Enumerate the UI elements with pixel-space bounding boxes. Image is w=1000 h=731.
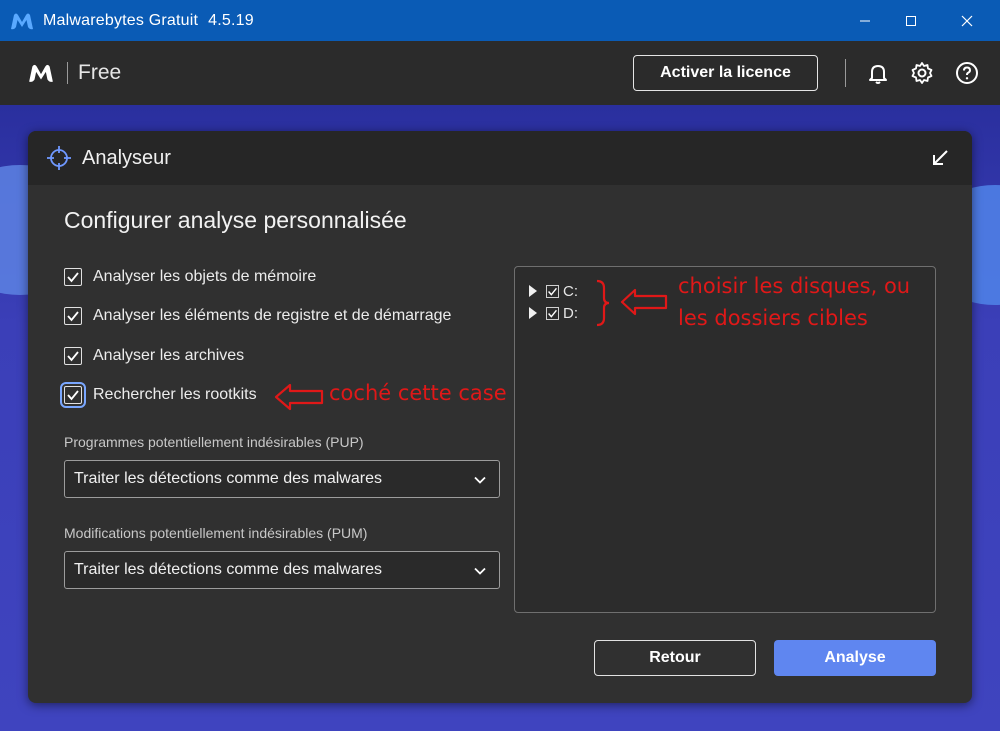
checkbox[interactable] — [64, 307, 82, 325]
malwarebytes-logo-icon — [11, 13, 33, 29]
maximize-button[interactable] — [888, 0, 934, 41]
chevron-down-icon — [474, 567, 486, 575]
window-title: Malwarebytes Gratuit 4.5.19 — [43, 12, 254, 30]
checkmark-icon — [548, 309, 557, 318]
pup-dropdown[interactable]: Traiter les détections comme des malware… — [64, 460, 500, 498]
tree-node-c[interactable]: C: — [529, 281, 578, 301]
gear-icon[interactable] — [910, 61, 934, 85]
option-registry-startup[interactable]: Analyser les éléments de registre et de … — [64, 304, 451, 328]
checkmark-icon — [67, 272, 79, 283]
annotation-drives-note-line2: les dossiers cibles — [678, 306, 868, 330]
annotation-arrow-icon — [274, 383, 324, 411]
tree-node-d[interactable]: D: — [529, 303, 578, 323]
scan-button[interactable]: Analyse — [774, 640, 936, 676]
minimize-icon — [860, 20, 870, 21]
minimize-button[interactable] — [842, 0, 888, 41]
scanner-panel: Analyseur Configurer analyse personnalis… — [28, 131, 972, 703]
option-memory-objects[interactable]: Analyser les objets de mémoire — [64, 265, 316, 289]
close-button[interactable] — [944, 0, 990, 41]
option-label: Analyser les éléments de registre et de … — [93, 307, 452, 324]
checkbox[interactable] — [60, 382, 86, 408]
edition-label: Free — [78, 61, 122, 84]
expand-arrow-icon[interactable] — [529, 285, 537, 297]
checkmark-icon — [548, 287, 557, 296]
annotation-arrow-icon — [620, 288, 668, 316]
help-icon[interactable] — [955, 61, 979, 85]
annotation-brace-icon — [596, 279, 610, 327]
dropdown-value: Traiter les détections comme des malware… — [74, 470, 382, 487]
title-bar: Malwarebytes Gratuit 4.5.19 — [0, 0, 1000, 41]
collapse-arrow-icon[interactable] — [930, 148, 950, 168]
checkbox[interactable] — [546, 284, 559, 298]
logo-separator — [67, 62, 68, 84]
malwarebytes-logo-icon — [29, 64, 53, 82]
header-divider — [845, 59, 846, 87]
drive-label: D: — [563, 304, 578, 322]
option-archives[interactable]: Analyser les archives — [64, 344, 244, 368]
app-version: 4.5.19 — [208, 11, 254, 29]
checkbox[interactable] — [546, 306, 559, 320]
checkbox[interactable] — [64, 347, 82, 365]
checkmark-icon — [67, 351, 79, 362]
checkmark-icon — [67, 390, 79, 401]
activate-license-button[interactable]: Activer la licence — [633, 55, 818, 91]
annotation-rootkit-note: coché cette case — [329, 381, 507, 405]
config-title: Configurer analyse personnalisée — [64, 207, 407, 233]
back-button[interactable]: Retour — [594, 640, 756, 676]
option-label: Analyser les archives — [93, 347, 245, 364]
maximize-icon — [906, 15, 916, 26]
checkbox[interactable] — [64, 268, 82, 286]
crosshair-icon — [47, 146, 71, 170]
close-icon — [961, 15, 973, 26]
annotation-drives-note-line1: choisir les disques, ou — [678, 274, 911, 298]
app-header: Free Activer la licence — [0, 41, 1000, 105]
dropdown-value: Traiter les détections comme des malware… — [74, 561, 382, 578]
bell-icon[interactable] — [866, 61, 890, 85]
option-label: Analyser les objets de mémoire — [93, 268, 317, 285]
panel-title: Analyseur — [82, 146, 171, 169]
pup-label: Programmes potentiellement indésirables … — [64, 434, 364, 450]
pum-label: Modifications potentiellement indésirabl… — [64, 525, 368, 541]
drive-label: C: — [563, 282, 578, 300]
expand-arrow-icon[interactable] — [529, 307, 537, 319]
checkmark-icon — [67, 311, 79, 322]
panel-header: Analyseur — [28, 131, 972, 185]
option-rootkits[interactable]: Rechercher les rootkits — [60, 382, 257, 408]
chevron-down-icon — [474, 476, 486, 484]
pum-dropdown[interactable]: Traiter les détections comme des malware… — [64, 551, 500, 589]
option-label: Rechercher les rootkits — [93, 386, 257, 403]
app-name: Malwarebytes Gratuit — [43, 11, 199, 29]
